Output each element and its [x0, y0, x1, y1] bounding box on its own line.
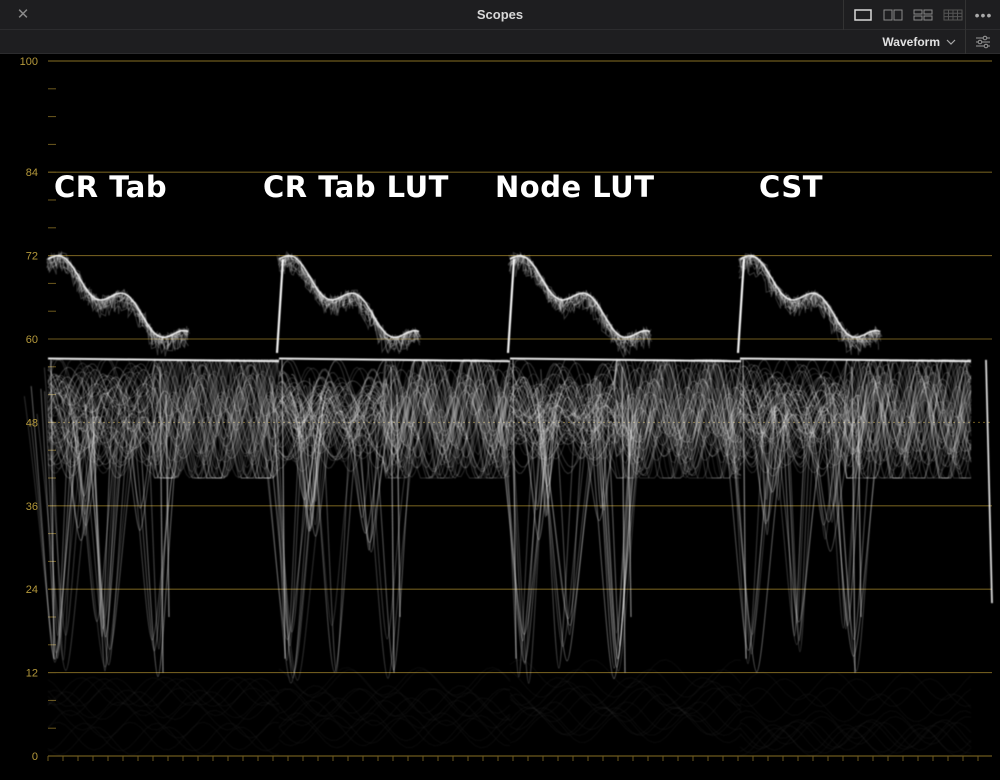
scale-label-0: 0 [32, 751, 38, 763]
single-view-icon[interactable] [852, 6, 874, 24]
grid-view-icon[interactable] [942, 6, 964, 24]
scale-label-100: 100 [20, 56, 38, 68]
more-options-icon[interactable]: ••• [965, 0, 1000, 30]
settings-sliders-icon[interactable] [965, 30, 1000, 54]
window-titlebar: ✕ Scopes ••• [0, 0, 1000, 30]
comparison-label-cr-tab-lut: CR Tab LUT [263, 170, 449, 204]
dual-view-icon[interactable] [882, 6, 904, 24]
scope-type-label: Waveform [882, 35, 940, 49]
comparison-label-cr-tab: CR Tab [54, 170, 168, 204]
waveform-scope: 100 84 72 60 48 36 24 12 0 [0, 54, 1000, 780]
layout-button-group [843, 0, 964, 30]
scale-label-72: 72 [26, 251, 38, 263]
scale-label-60: 60 [26, 334, 38, 346]
chevron-down-icon [946, 39, 956, 45]
comparison-label-node-lut: Node LUT [495, 170, 655, 204]
scope-type-dropdown[interactable]: Waveform [882, 32, 956, 52]
scale-label-48: 48 [26, 417, 38, 429]
scale-label-84: 84 [26, 167, 38, 179]
close-icon[interactable]: ✕ [12, 4, 34, 26]
scale-label-24: 24 [26, 584, 38, 596]
scope-toolbar: Waveform [0, 30, 1000, 54]
quad-view-icon[interactable] [912, 6, 934, 24]
comparison-label-cst: CST [759, 170, 823, 204]
scale-label-12: 12 [26, 668, 38, 680]
scale-label-36: 36 [26, 501, 38, 513]
